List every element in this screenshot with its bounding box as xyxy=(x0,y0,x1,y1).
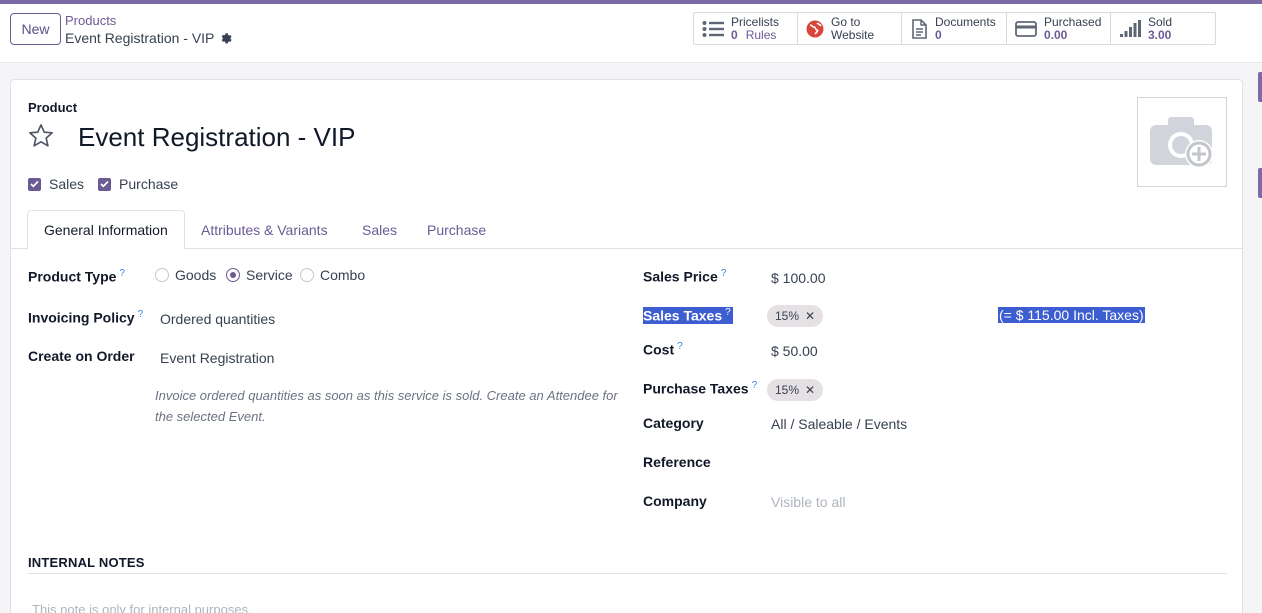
service-label: Service xyxy=(246,267,293,283)
go-to-label: Go to xyxy=(831,14,861,29)
breadcrumb-current: Event Registration - VIP xyxy=(65,30,233,46)
pricelists-count: 0 xyxy=(731,27,738,42)
document-icon xyxy=(912,18,927,39)
globe-icon xyxy=(806,20,824,37)
help-tooltip-icon[interactable]: ? xyxy=(138,309,144,320)
reference-input[interactable] xyxy=(771,454,1211,474)
pricelists-smart-button[interactable]: Pricelists 0 Rules xyxy=(694,13,798,44)
smart-buttons: Pricelists 0 Rules Go to Website Documents 0… xyxy=(693,12,1216,45)
product-type-service-radio[interactable]: Service xyxy=(226,267,293,283)
documents-smart-button[interactable]: Documents 0 xyxy=(902,13,1007,44)
purchase-taxes-label: Purchase Taxes? xyxy=(643,380,758,397)
tab-purchase[interactable]: Purchase xyxy=(427,210,486,249)
product-type-goods-radio[interactable]: Goods xyxy=(155,267,216,283)
side-chatter-handle-2[interactable] xyxy=(1258,168,1262,198)
sales-price-input[interactable]: $ 100.00 xyxy=(771,270,826,286)
help-tooltip-icon[interactable]: ? xyxy=(752,380,758,391)
sold-smart-button[interactable]: Sold 3.00 xyxy=(1111,13,1215,44)
sales-taxes-label: Sales Taxes? xyxy=(643,307,733,324)
product-type-heading: Product xyxy=(28,100,78,115)
product-image-upload[interactable] xyxy=(1137,97,1227,187)
check-icon xyxy=(28,177,41,191)
invoicing-policy-select[interactable]: Ordered quantities xyxy=(160,311,275,327)
remove-tag-icon[interactable]: ✕ xyxy=(805,383,815,397)
camera-add-icon xyxy=(1150,117,1213,168)
help-tooltip-icon[interactable]: ? xyxy=(677,341,683,352)
new-button[interactable]: New xyxy=(10,13,61,45)
go-to-website-smart-button[interactable]: Go to Website xyxy=(798,13,902,44)
radio-selected-icon xyxy=(226,268,240,282)
control-panel: New Products Event Registration - VIP Pr… xyxy=(0,4,1262,63)
purchased-smart-button[interactable]: Purchased 0.00 xyxy=(1007,13,1111,44)
side-chatter-handle[interactable] xyxy=(1258,72,1262,102)
documents-count: 0 xyxy=(935,27,942,42)
category-select[interactable]: All / Saleable / Events xyxy=(771,416,907,432)
product-type-label: Product Type? xyxy=(28,268,125,285)
website-label: Website xyxy=(831,27,875,42)
favorite-star-icon[interactable] xyxy=(27,122,55,155)
form-sheet: Product Event Registration - VIP Sales P… xyxy=(10,79,1243,613)
internal-notes-editor[interactable]: This note is only for internal purposes. xyxy=(32,602,252,613)
tab-attributes-variants[interactable]: Attributes & Variants xyxy=(201,210,328,249)
credit-card-icon xyxy=(1015,20,1037,37)
company-select[interactable]: Visible to all xyxy=(771,494,845,510)
sales-price-label: Sales Price? xyxy=(643,268,727,285)
help-tooltip-icon[interactable]: ? xyxy=(721,268,727,279)
purchase-tax-tag: 15% ✕ xyxy=(767,379,824,401)
sales-checkbox-label: Sales xyxy=(49,176,85,192)
internal-notes-heading: INTERNAL NOTES xyxy=(28,555,145,570)
invoicing-help-text: Invoice ordered quantities as soon as th… xyxy=(155,388,618,424)
help-tooltip-icon[interactable]: ? xyxy=(119,268,125,279)
documents-label: Documents xyxy=(935,14,996,29)
goods-label: Goods xyxy=(175,267,217,283)
sold-value: 3.00 xyxy=(1148,27,1172,42)
sales-checkbox[interactable]: Sales xyxy=(28,176,84,192)
pricelists-unit: Rules xyxy=(745,27,777,42)
help-tooltip-icon[interactable]: ? xyxy=(725,307,731,318)
purchase-checkbox-label: Purchase xyxy=(119,176,179,192)
signal-bars-icon xyxy=(1120,19,1141,37)
list-icon xyxy=(702,20,724,37)
radio-icon xyxy=(155,268,169,282)
combo-label: Combo xyxy=(320,267,366,283)
sales-price-incl-taxes: (= $ 115.00 Incl. Taxes) xyxy=(998,307,1145,323)
purchase-checkbox[interactable]: Purchase xyxy=(98,176,178,192)
tab-general-information[interactable]: General Information xyxy=(27,210,185,250)
company-label: Company xyxy=(643,493,707,509)
product-type-combo-radio[interactable]: Combo xyxy=(300,267,365,283)
invoicing-policy-label: Invoicing Policy? xyxy=(28,309,144,326)
create-on-order-label: Create on Order xyxy=(28,348,135,364)
create-on-order-select[interactable]: Event Registration xyxy=(160,350,274,366)
divider xyxy=(28,573,1227,574)
radio-icon xyxy=(300,268,314,282)
reference-label: Reference xyxy=(643,454,711,470)
sales-tax-tag: 15% ✕ xyxy=(767,305,824,327)
breadcrumb-parent-link[interactable]: Products xyxy=(65,13,116,28)
product-title[interactable]: Event Registration - VIP xyxy=(78,122,355,153)
check-icon xyxy=(98,177,112,191)
cost-input[interactable]: $ 50.00 xyxy=(771,343,818,359)
form-tabs: General Information Attributes & Variant… xyxy=(11,210,1242,250)
category-label: Category xyxy=(643,415,704,431)
purchase-tax-tag-label: 15% xyxy=(775,383,800,397)
tab-sales[interactable]: Sales xyxy=(362,210,397,249)
breadcrumb-current-label: Event Registration - VIP xyxy=(65,30,215,46)
pricelists-label: Pricelists xyxy=(731,14,780,29)
gear-icon[interactable] xyxy=(220,32,233,45)
sale-purchase-checks: Sales Purchase xyxy=(28,176,178,192)
remove-tag-icon[interactable]: ✕ xyxy=(805,309,815,323)
cost-label: Cost? xyxy=(643,341,683,358)
sales-tax-tag-label: 15% xyxy=(775,309,800,323)
purchased-value: 0.00 xyxy=(1044,27,1068,42)
